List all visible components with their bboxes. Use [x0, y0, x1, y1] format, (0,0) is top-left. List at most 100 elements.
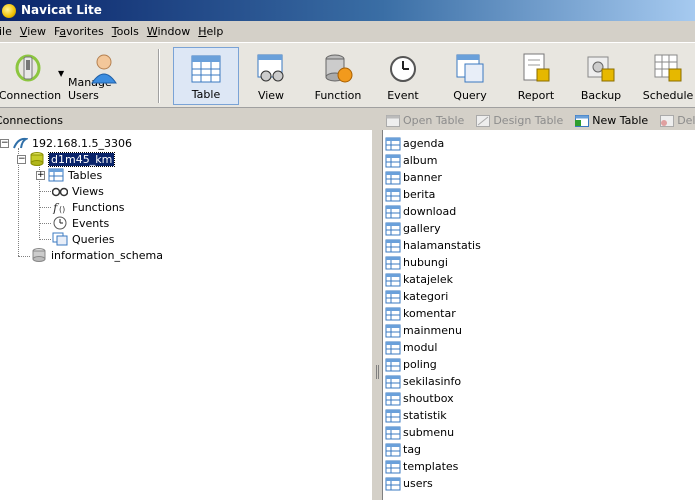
database-icon [30, 152, 44, 166]
function-label: Function [314, 89, 362, 102]
table-list-item[interactable]: templates [385, 458, 481, 475]
report-icon [523, 53, 550, 82]
table-icon [385, 392, 401, 405]
backup-button[interactable]: Backup [576, 47, 626, 105]
tree-node-events[interactable]: Events [52, 215, 109, 231]
menu-favorites[interactable]: Favorites [50, 21, 108, 42]
manage-users-button[interactable]: Manage Users [68, 47, 140, 105]
menu-tools[interactable]: Tools [108, 21, 143, 42]
table-list-item[interactable]: katajelek [385, 271, 481, 288]
table-list-item[interactable]: poling [385, 356, 481, 373]
navicat-logo-icon [2, 3, 16, 18]
schedule-button[interactable]: Schedule [641, 47, 695, 105]
pane-splitter[interactable] [372, 130, 382, 500]
table-list-item[interactable]: album [385, 152, 481, 169]
table-icon [385, 239, 401, 252]
table-list-item[interactable]: statistik [385, 407, 481, 424]
query-button[interactable]: Query [446, 47, 494, 105]
splitter-grip[interactable] [376, 365, 379, 379]
design-table-icon [476, 114, 491, 127]
table-list-item[interactable]: agenda [385, 135, 481, 152]
table-list-item[interactable]: komentar [385, 305, 481, 322]
schedule-icon [654, 54, 682, 82]
table-list-item[interactable]: halamanstatis [385, 237, 481, 254]
tree-database-label: d1m45_km [47, 151, 116, 167]
open-table-icon [386, 114, 400, 127]
connection-button[interactable]: Connection [0, 47, 62, 105]
connection-dropdown-icon[interactable]: ▼ [58, 69, 64, 78]
table-list-item-label: poling [403, 358, 437, 371]
menu-help[interactable]: Help [194, 21, 227, 42]
table-list-item[interactable]: shoutbox [385, 390, 481, 407]
table-list-item-label: templates [403, 460, 459, 473]
table-button[interactable]: Table [173, 47, 239, 105]
table-list-item[interactable]: mainmenu [385, 322, 481, 339]
table-list-item[interactable]: berita [385, 186, 481, 203]
toolbar-separator [158, 49, 160, 103]
table-label: Table [191, 88, 221, 101]
menu-file-label: ile [0, 25, 12, 38]
menu-window[interactable]: Window [143, 21, 194, 42]
tree-node-database[interactable]: − d1m45_km [17, 151, 116, 167]
view-button[interactable]: View [243, 47, 299, 105]
table-icon [385, 205, 401, 218]
function-button[interactable]: Function [308, 47, 368, 105]
table-list-item[interactable]: hubungi [385, 254, 481, 271]
table-icon [385, 426, 401, 439]
query-label: Query [453, 89, 487, 102]
menu-view[interactable]: View [16, 21, 50, 42]
table-list-item[interactable]: banner [385, 169, 481, 186]
tree-node-views[interactable]: Views [52, 183, 104, 199]
open-table-button[interactable]: Open Table [382, 114, 464, 127]
tree-node-connection[interactable]: − 192.168.1.5_3306 [0, 135, 132, 151]
user-icon [91, 54, 117, 84]
table-icon [385, 443, 401, 456]
design-table-button[interactable]: Design Table [472, 114, 563, 127]
tree-node-functions[interactable]: f () Functions [52, 199, 125, 215]
delete-table-label: Delete [677, 114, 695, 127]
table-list-item[interactable]: modul [385, 339, 481, 356]
table-list-item[interactable]: submenu [385, 424, 481, 441]
tree-node-information-schema[interactable]: information_schema [31, 247, 163, 263]
delete-table-icon [660, 114, 675, 127]
connections-header-label: Connections [0, 114, 63, 127]
delete-table-button[interactable]: Delete [656, 114, 695, 127]
query-icon [456, 54, 484, 83]
table-list-item[interactable]: users [385, 475, 481, 492]
table-list-item-label: halamanstatis [403, 239, 481, 252]
menu-file[interactable]: ile [0, 21, 16, 42]
connection-label: Connection [0, 89, 62, 102]
table-icon [385, 171, 401, 184]
table-icon [385, 222, 401, 235]
table-icon [385, 137, 401, 150]
tree-node-queries[interactable]: Queries [52, 231, 114, 247]
menu-window-accel: W [146, 25, 158, 38]
table-list-item[interactable]: gallery [385, 220, 481, 237]
view-label: View [257, 89, 285, 102]
collapse-icon[interactable]: − [0, 138, 9, 148]
event-button[interactable]: Event [378, 47, 428, 105]
table-list-item[interactable]: sekilasinfo [385, 373, 481, 390]
table-list-item[interactable]: download [385, 203, 481, 220]
tree-node-tables[interactable]: + Tables [36, 167, 102, 183]
table-list-item-label: hubungi [403, 256, 448, 269]
table-list-item[interactable]: kategori [385, 288, 481, 305]
events-icon [53, 216, 67, 230]
tree-connection-label: 192.168.1.5_3306 [32, 136, 132, 150]
menu-view-label: iew [27, 25, 47, 38]
tree-line [18, 256, 30, 257]
title-bar: Navicat Lite [0, 0, 695, 21]
new-table-button[interactable]: New Table [571, 114, 648, 127]
collapse-icon[interactable]: − [17, 154, 26, 164]
connections-header: Connections [0, 111, 372, 130]
view-icon [257, 54, 284, 82]
new-table-icon [575, 114, 590, 127]
tree-events-label: Events [72, 216, 110, 230]
expand-icon[interactable]: + [36, 170, 45, 180]
table-icon [385, 324, 401, 337]
report-button[interactable]: Report [510, 47, 562, 105]
svg-text:(): () [59, 205, 65, 214]
menu-favorites-label: vorites [66, 25, 104, 38]
table-list-item[interactable]: tag [385, 441, 481, 458]
table-list-item-label: album [403, 154, 438, 167]
